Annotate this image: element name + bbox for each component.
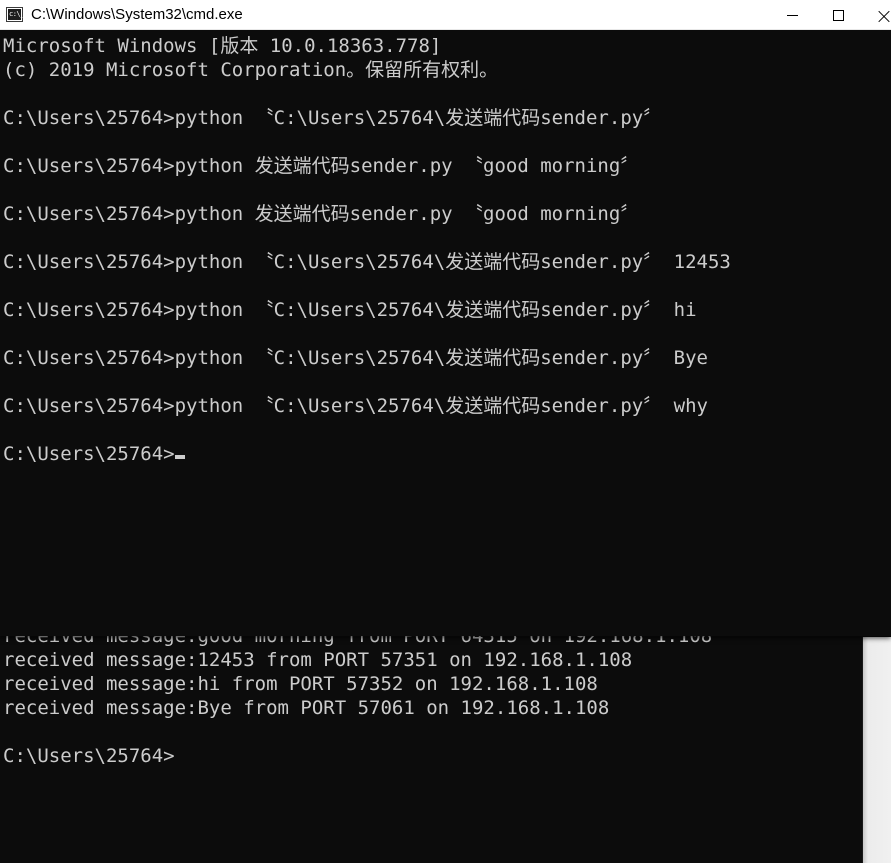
received-message-line: received message:Bye from PORT 57061 on … — [3, 697, 610, 719]
received-message-line: received message:12453 from PORT 57351 o… — [3, 649, 633, 671]
console-line-version: Microsoft Windows [版本 10.0.18363.778] — [3, 35, 442, 57]
command-line: C:\Users\25764>python 〝C:\Users\25764\发送… — [3, 107, 663, 129]
minimize-icon — [786, 14, 798, 16]
cmd-console-icon — [6, 7, 24, 22]
active-prompt-line: C:\Users\25764> — [3, 442, 891, 466]
command-line: C:\Users\25764>python 〝C:\Users\25764\发送… — [3, 251, 731, 273]
background-console-window[interactable]: received message:发送端代码sender.py from POR… — [0, 600, 891, 863]
received-message-line: received message:hi from PORT 57352 on 1… — [3, 673, 598, 695]
maximize-icon — [832, 9, 844, 21]
text-cursor — [174, 455, 185, 459]
minimize-button[interactable] — [769, 0, 815, 30]
console-output-area[interactable]: Microsoft Windows [版本 10.0.18363.778] (c… — [0, 30, 891, 636]
close-button[interactable] — [861, 0, 891, 30]
window-controls — [769, 0, 891, 30]
window-title: C:\Windows\System32\cmd.exe — [31, 6, 243, 23]
command-line: C:\Users\25764>python 发送端代码sender.py 〝go… — [3, 203, 640, 225]
maximize-button[interactable] — [815, 0, 861, 30]
background-console-output-area[interactable]: received message:发送端代码sender.py from POR… — [0, 600, 862, 863]
background-console-prompt: C:\Users\25764> — [3, 745, 175, 767]
command-line: C:\Users\25764>python 〝C:\Users\25764\发送… — [3, 395, 708, 417]
titlebar[interactable]: C:\Windows\System32\cmd.exe — [0, 0, 891, 30]
console-line-copyright: (c) 2019 Microsoft Corporation。保留所有权利。 — [3, 59, 499, 81]
command-line: C:\Users\25764>python 发送端代码sender.py 〝go… — [3, 155, 640, 177]
prompt-text: C:\Users\25764> — [3, 443, 175, 465]
command-line: C:\Users\25764>python 〝C:\Users\25764\发送… — [3, 347, 708, 369]
close-icon — [878, 9, 890, 21]
command-line: C:\Users\25764>python 〝C:\Users\25764\发送… — [3, 299, 697, 321]
vertical-scrollbar[interactable] — [862, 637, 891, 863]
cmd-window[interactable]: C:\Windows\System32\cmd.exe Microsoft Wi… — [0, 0, 891, 636]
